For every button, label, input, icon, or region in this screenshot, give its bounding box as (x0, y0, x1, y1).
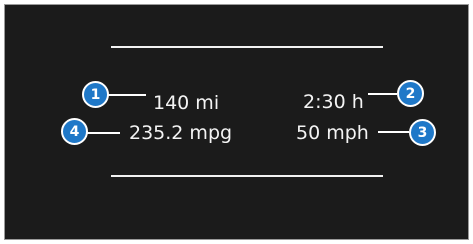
callout-2-badge: 2 (397, 80, 424, 107)
driving-time-value: 2:30 h (303, 91, 364, 113)
instrument-cluster-frame: 140 mi 2:30 h 235.2 mpg 50 mph 1 2 3 4 (0, 0, 473, 244)
distance-value: 140 mi (153, 92, 220, 114)
callout-1-leader (108, 94, 146, 96)
average-consumption-value: 235.2 mpg (129, 122, 233, 144)
callout-3-badge: 3 (409, 119, 436, 146)
bottom-divider (111, 175, 383, 177)
callout-2-leader (368, 93, 397, 95)
average-speed-value: 50 mph (296, 122, 369, 144)
callout-4-badge: 4 (61, 118, 88, 145)
top-divider (111, 46, 383, 48)
callout-3-leader (378, 131, 409, 133)
callout-4-leader (87, 132, 120, 134)
callout-1-badge: 1 (82, 81, 109, 108)
